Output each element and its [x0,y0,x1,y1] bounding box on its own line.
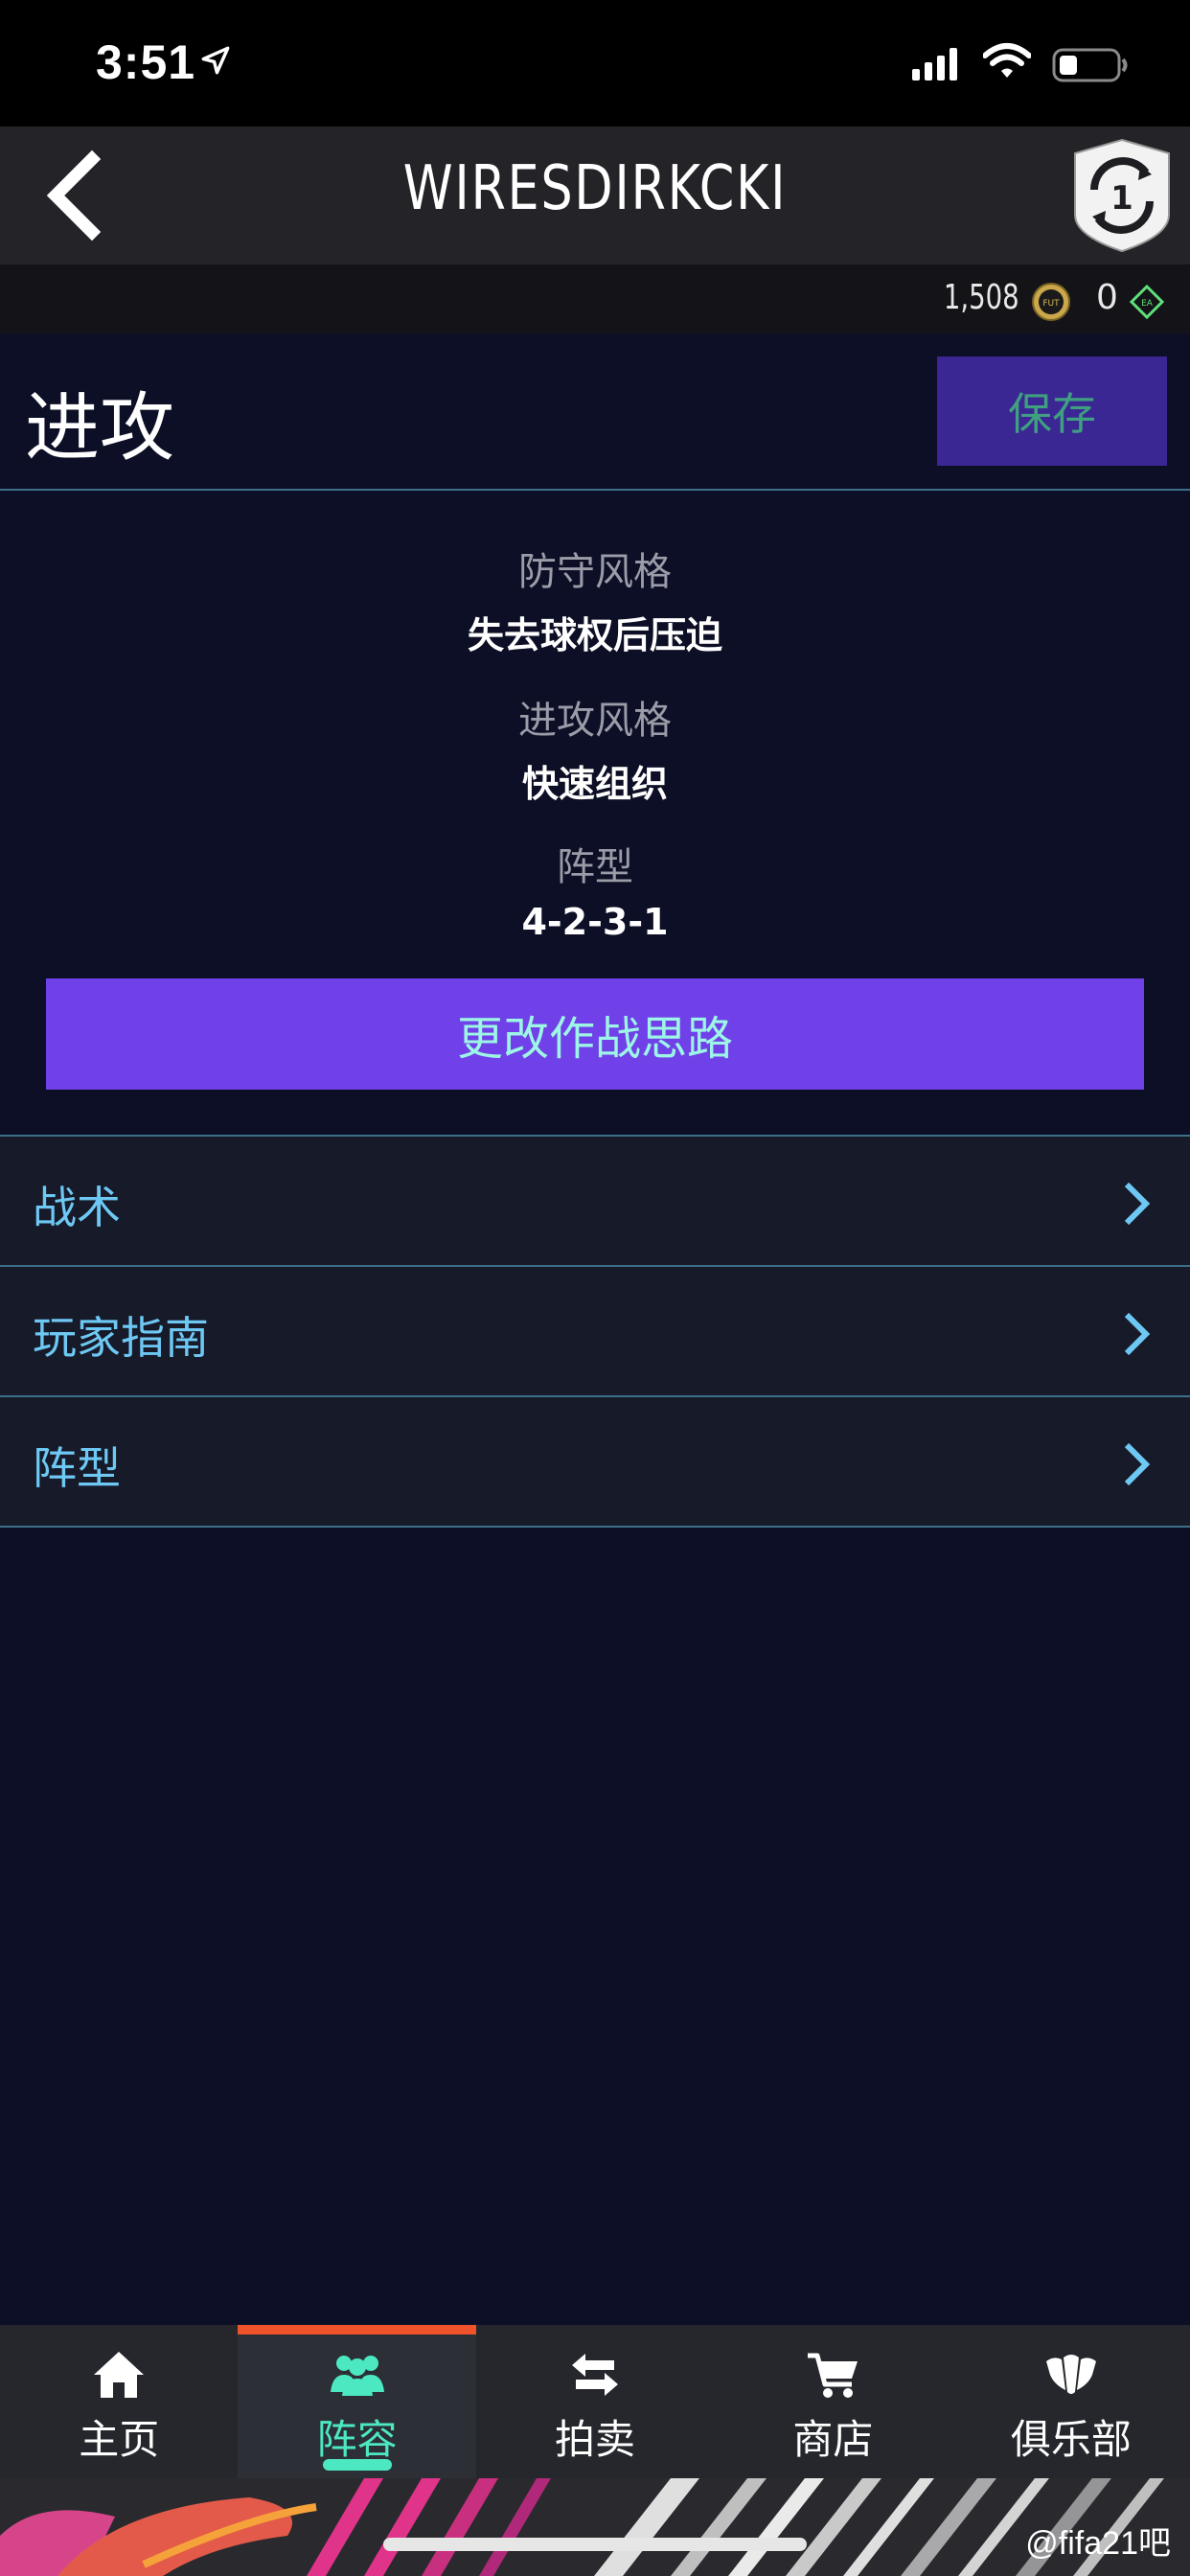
promo-artwork [0,2478,1190,2576]
svg-text:1: 1 [1110,179,1133,218]
svg-text:FUT: FUT [1042,299,1060,309]
summary-label: 防守风格 [518,550,672,594]
defensive-style-item: 防守风格 失去球权后压迫 [0,540,1190,658]
cellular-signal-icon [912,48,957,80]
save-button[interactable]: 保存 [937,356,1167,466]
club-icon [1045,2355,1096,2394]
tab-club[interactable]: 俱乐部 [952,2325,1190,2478]
chevron-right-icon [1124,1182,1151,1226]
location-arrow-icon [201,46,230,75]
formation-item: 阵型 4-2-3-1 [0,836,1190,943]
summary-label: 阵型 [557,845,633,889]
fifa-points-icon: EA [1129,284,1165,320]
svg-text:EA: EA [1141,299,1154,309]
tab-transfers[interactable]: 拍卖 [476,2325,714,2478]
nav-bar: WIRESDIRKCKI 1 [0,126,1190,264]
tab-label: 主页 [79,2416,160,2463]
menu-item-label: 战术 [33,1182,121,1233]
menu-item-label: 阵型 [33,1442,121,1494]
summary-value: 4-2-3-1 [521,901,669,943]
promo-banner [0,2478,1190,2576]
chevron-right-icon [1124,1442,1151,1486]
tab-home[interactable]: 主页 [0,2325,238,2478]
currency-bar: 1,508 FUT 0 EA [0,264,1190,334]
summary-value: 快速组织 [521,763,668,805]
tab-label: 商店 [792,2416,874,2463]
cart-icon [808,2353,858,2398]
menu-item-formation[interactable]: 阵型 [0,1397,1190,1528]
coins-balance: 1,508 [944,278,1019,317]
watermark-text: @fifa21吧 [1025,2525,1171,2562]
home-icon [94,2352,145,2398]
settings-menu-list: 战术 玩家指南 阵型 [0,1137,1190,1528]
status-time: 3:51 [96,35,196,89]
tab-label: 阵容 [316,2416,398,2463]
squad-icon [330,2356,384,2396]
tab-squad[interactable]: 阵容 [238,2325,477,2478]
section-header: 进攻 保存 [0,334,1190,491]
menu-item-label: 玩家指南 [33,1312,209,1364]
home-indicator[interactable] [383,2538,807,2551]
coin-icon: FUT [1032,283,1070,321]
fifa-points-balance: 0 [1096,278,1118,317]
back-button[interactable] [29,148,125,243]
bottom-tab-bar: 主页 阵容 拍卖 商店 俱乐部 [0,2325,1190,2478]
menu-item-tactics[interactable]: 战术 [0,1137,1190,1267]
tab-label: 拍卖 [555,2416,636,2463]
battery-icon [1052,48,1128,82]
summary-label: 进攻风格 [518,699,672,743]
transfer-icon [572,2354,619,2396]
change-game-plan-button[interactable]: 更改作战思路 [46,978,1144,1090]
tab-store[interactable]: 商店 [714,2325,951,2478]
wifi-icon [983,43,1031,78]
page-title: WIRESDIRKCKI [402,153,788,224]
menu-item-player-instructions[interactable]: 玩家指南 [0,1267,1190,1397]
tab-label: 俱乐部 [1010,2416,1132,2463]
status-bar: 3:51 [0,0,1190,126]
chevron-right-icon [1124,1312,1151,1356]
active-tab-indicator [322,2459,392,2471]
offensive-style-item: 进攻风格 快速组织 [0,689,1190,807]
summary-value: 失去球权后压迫 [467,614,722,656]
objectives-badge-icon[interactable]: 1 [1069,136,1175,255]
section-title: 进攻 [25,385,175,472]
game-plan-summary: 防守风格 失去球权后压迫 进攻风格 快速组织 阵型 4-2-3-1 更改作战思路 [0,491,1190,1137]
